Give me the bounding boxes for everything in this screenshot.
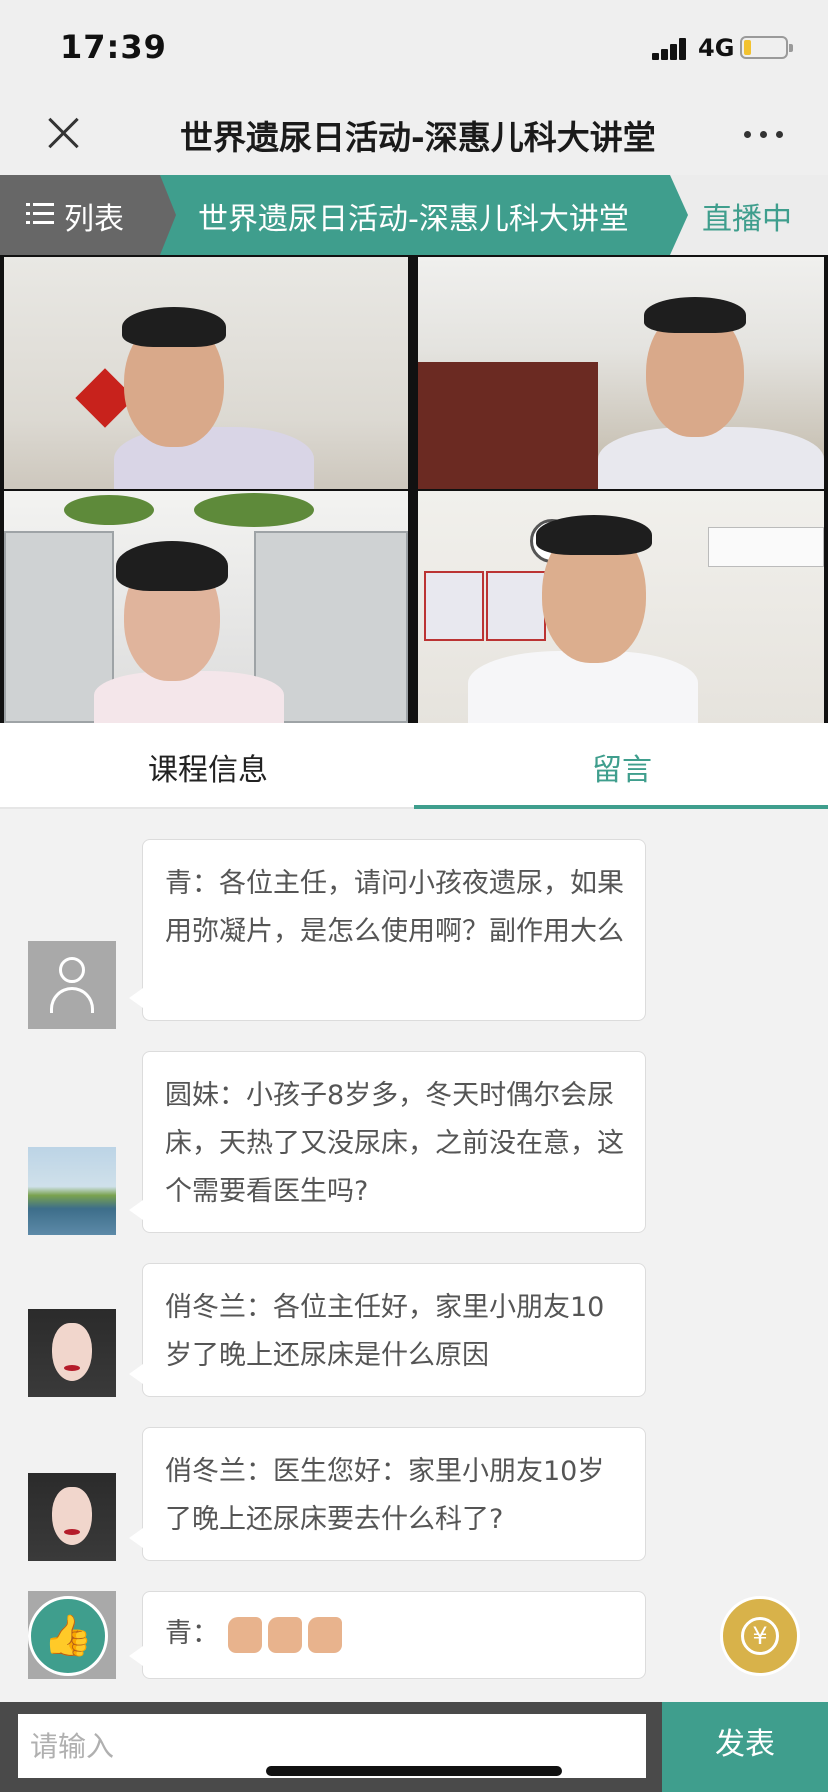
video-tile-2 <box>418 257 824 489</box>
yuan-icon: ¥ <box>741 1617 779 1655</box>
list-button[interactable]: 列表 <box>0 175 160 255</box>
comment-bubble: 俏冬兰：各位主任好，家里小朋友10岁了晚上还尿床是什么原因 <box>129 1263 646 1397</box>
status-bar: 17:39 4G <box>0 0 828 95</box>
video-tile-1 <box>4 257 408 489</box>
course-title-tab[interactable]: 世界遗尿日活动-深惠儿科大讲堂 <box>160 175 688 255</box>
comment-bubble: 圆妹：小孩子8岁多，冬天时偶尔会尿床，天热了又没尿床，之前没在意，这个需要看医生… <box>129 1051 646 1233</box>
reward-button[interactable]: ¥ <box>720 1596 800 1676</box>
course-strip: 列表 世界遗尿日活动-深惠儿科大讲堂 直播中 <box>0 175 828 255</box>
list-label: 列表 <box>64 202 124 237</box>
live-status: 直播中 <box>702 202 792 237</box>
comment-input-bar: 发表 <box>0 1702 828 1792</box>
home-indicator[interactable] <box>266 1766 562 1776</box>
default-avatar <box>28 941 116 1029</box>
tab-comments[interactable]: 留言 <box>592 745 652 789</box>
comment-bubble: 青： <box>129 1591 646 1679</box>
comment-text: 青： <box>165 1618 219 1649</box>
strip-divider-arrow <box>160 175 176 255</box>
course-title: 世界遗尿日活动-深惠儿科大讲堂 <box>198 202 629 237</box>
video-tile-4 <box>418 491 824 723</box>
thumbs-up-emoji <box>227 1611 348 1659</box>
girl-avatar <box>28 1309 116 1397</box>
comment-bubble: 青：各位主任，请问小孩夜遗尿，如果用弥凝片，是怎么使用啊？副作用大么 <box>129 839 646 1021</box>
nav-bar: 世界遗尿日活动-深惠儿科大讲堂 <box>0 95 828 175</box>
girl-avatar <box>28 1473 116 1561</box>
page-title: 世界遗尿日活动-深惠儿科大讲堂 <box>180 118 656 157</box>
thumbs-up-icon[interactable]: 👍 <box>28 1596 108 1676</box>
more-icon[interactable] <box>744 131 784 141</box>
video-tile-3 <box>4 491 408 723</box>
close-icon[interactable] <box>44 113 84 153</box>
battery-icon <box>740 36 793 59</box>
send-button[interactable]: 发表 <box>662 1702 828 1792</box>
list-icon <box>26 203 54 225</box>
content-tabs: 课程信息 留言 <box>0 723 828 809</box>
comment-list[interactable]: 青：各位主任，请问小孩夜遗尿，如果用弥凝片，是怎么使用啊？副作用大么 圆妹：小孩… <box>0 809 828 1702</box>
scenery-avatar <box>28 1147 116 1235</box>
signal-icon <box>652 38 692 60</box>
comment-bubble: 俏冬兰：医生您好：家里小朋友10岁了晚上还尿床要去什么科了? <box>129 1427 646 1561</box>
tab-course-info[interactable]: 课程信息 <box>148 745 268 789</box>
network-type: 4G <box>698 34 735 62</box>
status-time: 17:39 <box>60 28 167 66</box>
live-video[interactable] <box>0 255 828 723</box>
